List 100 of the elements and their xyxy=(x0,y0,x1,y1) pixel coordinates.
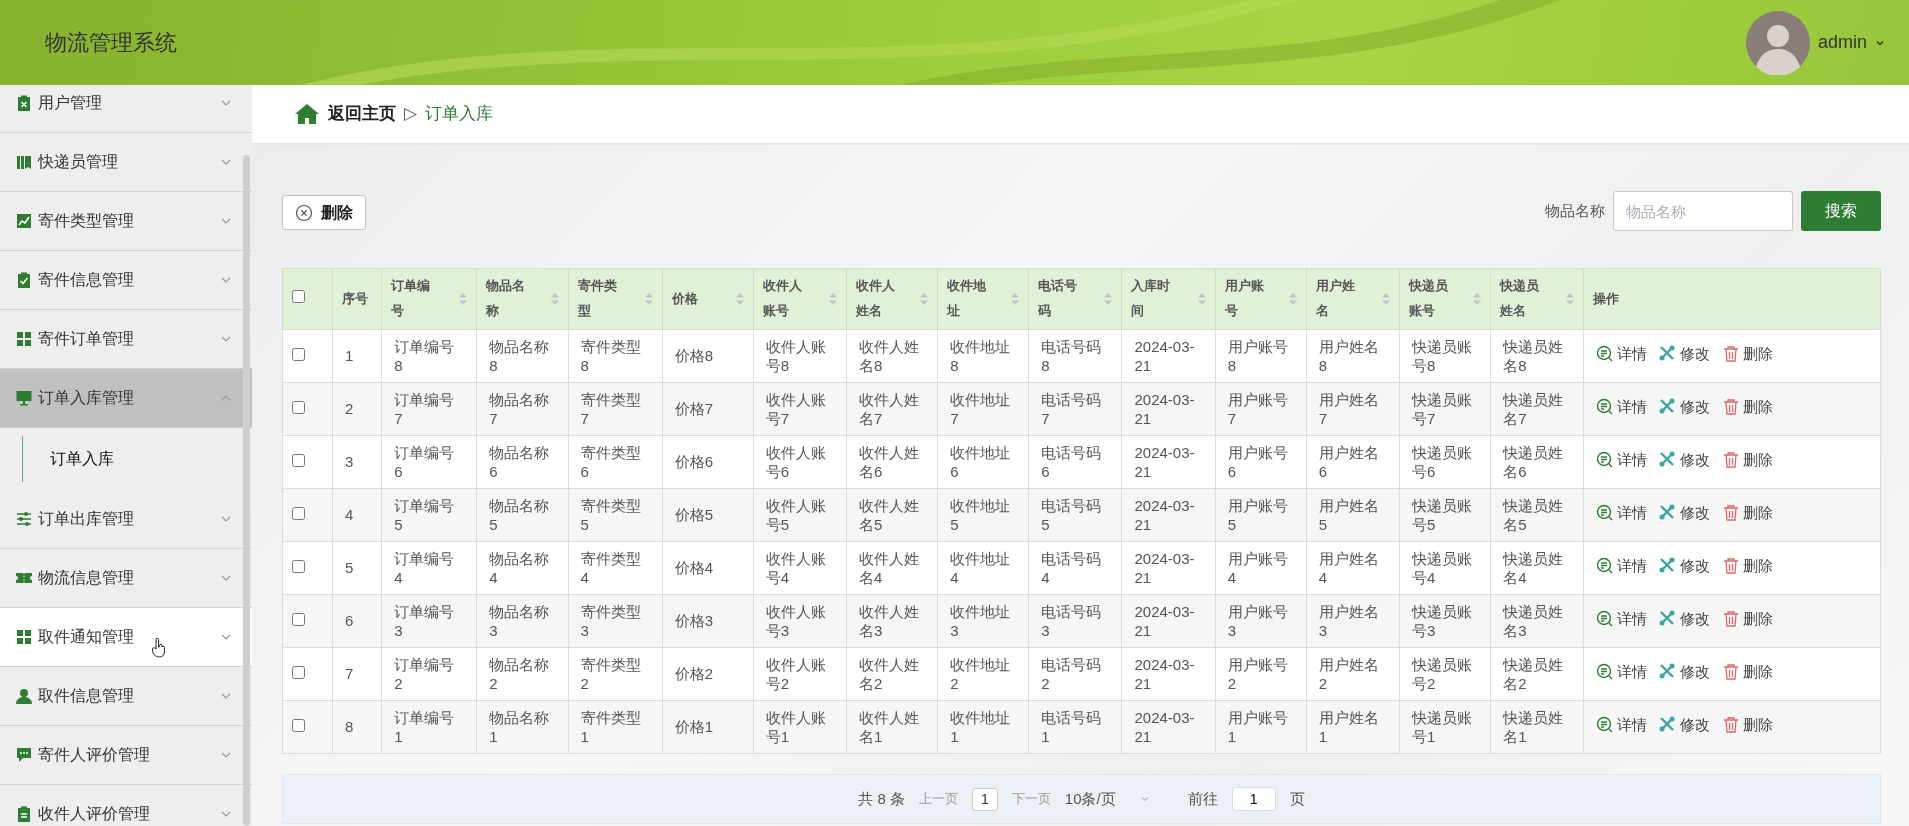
action-button[interactable]: 修改 xyxy=(1659,344,1711,364)
action-button[interactable]: 删除 xyxy=(1722,715,1774,735)
search-button[interactable]: 搜索 xyxy=(1801,191,1881,231)
action-button[interactable]: 详情 xyxy=(1596,397,1648,417)
sidebar-item[interactable]: 取件通知管理 xyxy=(0,608,252,667)
goto-page-field[interactable]: 1 xyxy=(1231,787,1276,811)
row-checkbox[interactable] xyxy=(292,454,305,468)
row-checkbox[interactable] xyxy=(292,719,305,733)
table-cell: 寄件类型6 xyxy=(580,443,641,480)
table-cell: 用户姓名6 xyxy=(1318,443,1379,480)
row-checkbox[interactable] xyxy=(292,613,305,627)
sort-icon[interactable] xyxy=(1565,292,1576,306)
action-button[interactable]: 删除 xyxy=(1722,609,1774,629)
search-field[interactable]: 物品名称 xyxy=(1613,191,1793,231)
table-cell: 用户账号5 xyxy=(1227,496,1288,533)
sidebar-item[interactable]: 用户管理 xyxy=(0,85,252,133)
action-button[interactable]: 修改 xyxy=(1659,556,1711,576)
sort-icon[interactable] xyxy=(1472,292,1483,306)
sort-icon[interactable] xyxy=(458,292,469,306)
action-button[interactable]: 删除 xyxy=(1722,397,1774,417)
scrollbar[interactable] xyxy=(243,155,250,826)
select-all-checkbox[interactable] xyxy=(292,290,305,304)
action-button[interactable]: 删除 xyxy=(1722,556,1774,576)
action-button[interactable]: 详情 xyxy=(1596,344,1648,364)
column-header[interactable]: 价格 xyxy=(662,268,754,330)
table-cell: 快递员姓名6 xyxy=(1503,443,1564,480)
row-checkbox[interactable] xyxy=(292,666,305,680)
table-cell: 用户账号3 xyxy=(1227,602,1288,639)
table-cell: 2024-03-21 xyxy=(1134,602,1195,639)
column-header[interactable]: 物品名称 xyxy=(476,268,568,330)
sort-icon[interactable] xyxy=(549,292,560,306)
table-cell: 收件人姓名2 xyxy=(859,655,919,692)
column-header[interactable]: 收件人姓名 xyxy=(846,268,938,330)
user-menu[interactable]: admin xyxy=(1817,29,1867,56)
action-button[interactable]: 修改 xyxy=(1659,609,1711,629)
action-button[interactable]: 详情 xyxy=(1596,715,1648,735)
breadcrumb-link[interactable]: 返回主页 xyxy=(328,101,396,127)
action-button[interactable]: 删除 xyxy=(1722,450,1774,470)
action-button[interactable]: 删除 xyxy=(1722,344,1774,364)
ticket-icon xyxy=(16,570,32,586)
sort-icon[interactable] xyxy=(1287,292,1298,306)
column-header[interactable]: 订单编号 xyxy=(381,268,477,330)
table-cell: 收件地址8 xyxy=(950,337,1011,374)
action-button[interactable]: 修改 xyxy=(1659,715,1711,735)
column-header[interactable]: 用户姓名 xyxy=(1306,268,1400,330)
sort-icon[interactable] xyxy=(1381,292,1391,306)
row-checkbox[interactable] xyxy=(292,348,305,362)
table-cell: 寄件类型8 xyxy=(580,337,641,374)
action-button[interactable]: 详情 xyxy=(1596,609,1648,629)
action-button[interactable]: 修改 xyxy=(1659,397,1711,417)
column-header[interactable]: 寄件类型 xyxy=(568,268,663,330)
sort-icon[interactable] xyxy=(643,292,654,306)
action-button[interactable]: 详情 xyxy=(1596,503,1648,523)
table-cell: 收件地址3 xyxy=(950,602,1011,639)
app-title: 物流管理系统 xyxy=(45,29,177,57)
table-cell: 收件人账号8 xyxy=(765,337,826,374)
table-cell: 物品名称1 xyxy=(489,708,550,745)
sort-icon[interactable] xyxy=(1010,292,1021,306)
table-cell: 订单编号7 xyxy=(394,390,455,427)
column-header[interactable]: 快递员姓名 xyxy=(1490,268,1584,330)
page-number-button[interactable]: 1 xyxy=(972,787,998,811)
submenu-item[interactable]: 订单入库 xyxy=(50,447,114,471)
sort-icon[interactable] xyxy=(919,292,930,306)
sort-icon[interactable] xyxy=(734,292,745,306)
table-cell: 用户姓名5 xyxy=(1318,496,1379,533)
table-cell: 收件人姓名4 xyxy=(859,549,919,586)
action-button[interactable]: 修改 xyxy=(1659,662,1711,682)
row-checkbox[interactable] xyxy=(292,560,305,574)
column-header[interactable]: 收件人账号 xyxy=(753,268,847,330)
column-header[interactable]: 入库时间 xyxy=(1122,268,1216,330)
person-icon xyxy=(16,688,32,704)
table-cell: 5 xyxy=(345,559,354,577)
row-checkbox[interactable] xyxy=(292,401,305,415)
sort-icon[interactable] xyxy=(828,292,838,306)
action-button[interactable]: 详情 xyxy=(1596,662,1648,682)
home-icon[interactable] xyxy=(294,103,320,125)
table-cell: 电话号码3 xyxy=(1041,602,1102,639)
column-header[interactable]: 用户账号 xyxy=(1215,268,1307,330)
column-header[interactable]: 快递员账号 xyxy=(1399,268,1491,330)
sort-icon[interactable] xyxy=(1196,292,1207,306)
action-button[interactable]: 修改 xyxy=(1659,503,1711,523)
table-cell: 用户姓名1 xyxy=(1318,708,1379,745)
details-icon xyxy=(1596,610,1615,629)
column-header[interactable]: 电话号码 xyxy=(1028,268,1122,330)
action-button[interactable]: 修改 xyxy=(1659,450,1711,470)
action-button[interactable]: 详情 xyxy=(1596,450,1648,470)
table-cell: 2024-03-21 xyxy=(1134,337,1195,374)
sort-icon[interactable] xyxy=(1103,292,1114,306)
action-button[interactable]: 详情 xyxy=(1596,556,1648,576)
delete-button[interactable]: 删除 xyxy=(282,195,366,230)
row-checkbox[interactable] xyxy=(292,507,305,521)
action-button[interactable]: 删除 xyxy=(1722,662,1774,682)
action-button[interactable]: 删除 xyxy=(1722,503,1774,523)
column-header[interactable]: 收件地址 xyxy=(937,268,1029,330)
page-size-select[interactable]: 10条/页 xyxy=(1064,787,1150,811)
sidebar-item[interactable]: 订单入库管理 xyxy=(0,369,252,428)
table-cell: 用户姓名3 xyxy=(1318,602,1379,639)
table-cell: 3 xyxy=(345,453,354,471)
table-cell: 快递员姓名8 xyxy=(1503,337,1564,374)
column-label: 快递员账号 xyxy=(1409,277,1449,320)
